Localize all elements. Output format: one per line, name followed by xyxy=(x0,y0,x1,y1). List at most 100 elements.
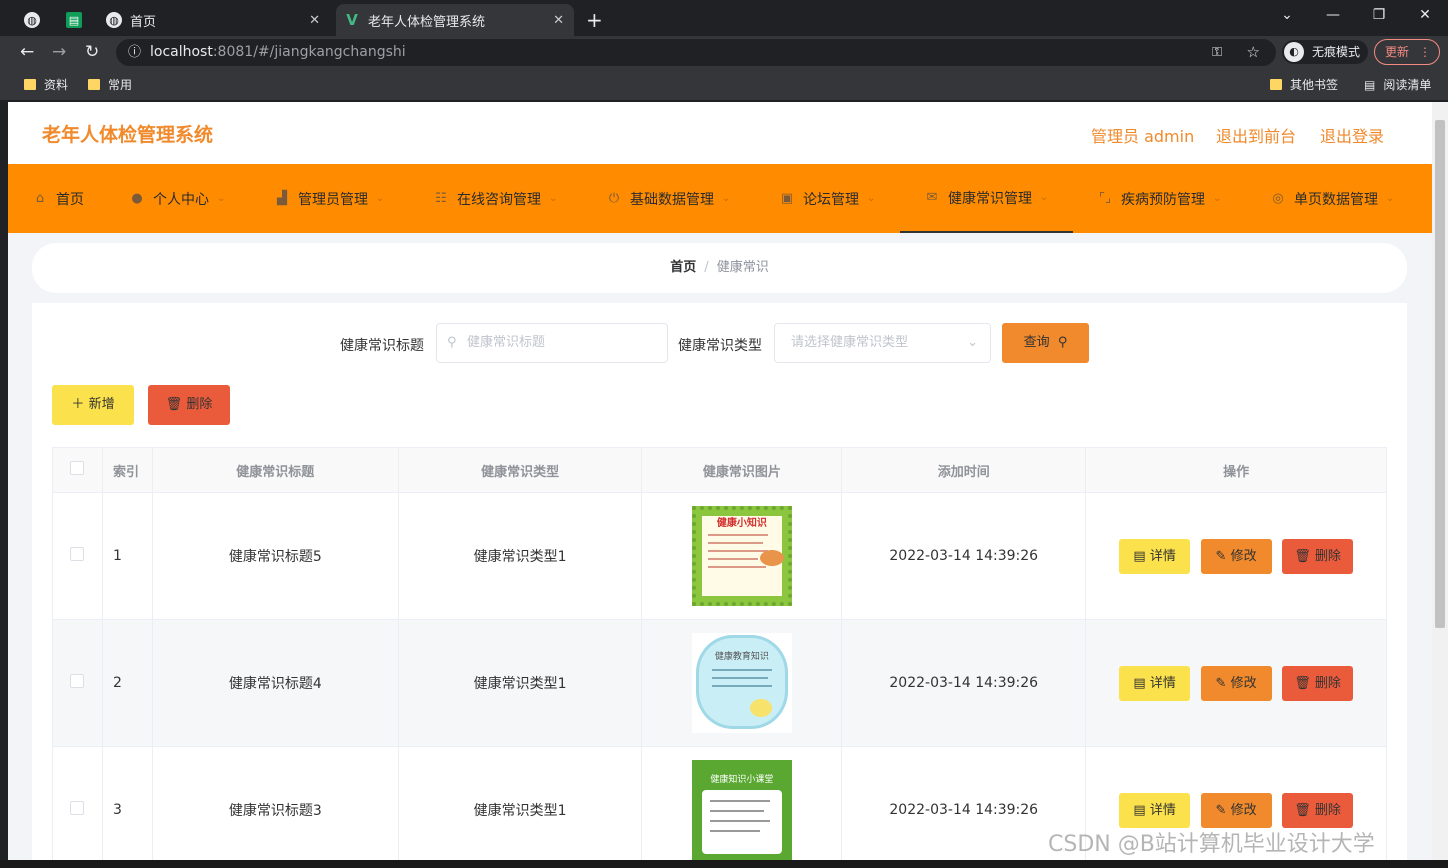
edit-button[interactable]: ✎ 修改 xyxy=(1200,665,1272,701)
browser-tab-1[interactable]: ◍ xyxy=(24,4,54,36)
column-header: 操作 xyxy=(1085,447,1387,493)
row-checkbox[interactable] xyxy=(70,801,85,815)
menu-label: 个人中心 xyxy=(153,191,209,208)
trash-icon: 🗑 xyxy=(1294,802,1315,818)
menu-item-home[interactable]: ⌂ 首页 xyxy=(32,164,84,233)
delete-button[interactable]: 🗑 删除 xyxy=(1282,792,1354,828)
minimize-icon[interactable]: — xyxy=(1310,0,1356,32)
browser-tab-3[interactable]: ◍ 首页 ✕ xyxy=(106,4,330,36)
folder-icon xyxy=(24,79,36,90)
column-header: 健康常识类型 xyxy=(397,447,643,493)
bookmark-folder[interactable]: 常用 xyxy=(88,76,132,93)
page-viewport: 老年人体检管理系统 管理员 admin 退出到前台 退出登录 ⌂ 首页 ● 个人… xyxy=(8,102,1432,860)
edit-icon: ✎ xyxy=(1215,802,1231,818)
column-header: 健康常识标题 xyxy=(151,447,399,493)
select-all-checkbox[interactable] xyxy=(70,461,85,475)
forward-icon[interactable]: → xyxy=(52,40,66,64)
health-knowledge-image[interactable]: 健康知识小课堂 xyxy=(691,760,792,860)
menu-item-single-page[interactable]: ◎ 单页数据管理 ⌄ xyxy=(1270,164,1394,233)
select-cell xyxy=(52,492,103,620)
key-icon[interactable]: ⚿ xyxy=(1212,39,1222,66)
edit-icon: ✎ xyxy=(1215,675,1231,691)
chevron-down-icon: ⌄ xyxy=(1386,193,1395,204)
menu-item-basic-data[interactable]: ⏻ 基础数据管理 ⌄ xyxy=(606,164,731,233)
edit-button[interactable]: ✎ 修改 xyxy=(1200,792,1272,828)
incognito-indicator[interactable]: ◐ 无痕模式 xyxy=(1282,40,1369,64)
reading-list[interactable]: ▤ 阅读清单 xyxy=(1364,76,1431,93)
delete-button[interactable]: 🗑 删除 xyxy=(1282,665,1354,701)
address-bar-row: ← → ↻ ⓘ localhost:8081/#/jiangkangchangs… xyxy=(0,36,1448,68)
tab-search-icon[interactable]: ⌄ xyxy=(1264,0,1310,32)
browser-tab-active[interactable]: V 老年人体检管理系统 ✕ xyxy=(336,4,574,36)
back-icon[interactable]: ← xyxy=(20,40,34,64)
admin-user-link[interactable]: 管理员 admin xyxy=(1091,123,1194,147)
add-button[interactable]: ＋ 新增 xyxy=(52,385,134,425)
other-bookmarks[interactable]: 其他书签 xyxy=(1270,76,1338,93)
sheets-icon: ▤ xyxy=(66,12,82,28)
title-search-input[interactable]: ⚲ 健康常识标题 xyxy=(436,323,668,363)
globe-icon: ◍ xyxy=(24,12,40,28)
menu-item-disease-prevention[interactable]: ⌜⌟ 疾病预防管理 ⌄ xyxy=(1097,164,1221,233)
tab-close-icon[interactable]: ✕ xyxy=(553,13,564,28)
menu-label: 单页数据管理 xyxy=(1294,191,1378,208)
reading-list-icon: ▤ xyxy=(1364,77,1376,92)
time-cell: 2022-03-14 14:39:26 xyxy=(841,492,1087,620)
detail-label: 详情 xyxy=(1149,548,1176,564)
menu-item-forum[interactable]: ▣ 论坛管理 ⌄ xyxy=(779,164,876,233)
chevron-down-icon: ⌄ xyxy=(376,193,385,204)
browser-tab-2[interactable]: ▤ xyxy=(66,4,96,36)
folder-icon xyxy=(1270,79,1282,90)
title-cell: 健康常识标题4 xyxy=(151,619,399,747)
frame-icon: ⌜⌟ xyxy=(1098,191,1112,206)
index-cell: 1 xyxy=(101,492,153,620)
exit-to-front-link[interactable]: 退出到前台 xyxy=(1216,123,1296,147)
chevron-down-icon: ⌄ xyxy=(722,193,731,204)
row-checkbox[interactable] xyxy=(70,547,85,561)
detail-button[interactable]: ▤ 详情 xyxy=(1119,792,1191,828)
image-cell: 健康知识小课堂 xyxy=(641,746,843,860)
query-button[interactable]: 查询 ⚲ xyxy=(1002,323,1089,363)
health-knowledge-image[interactable]: 健康小知识 xyxy=(691,506,792,606)
image-caption: 健康小知识 xyxy=(716,518,767,529)
select-all-cell xyxy=(52,447,103,493)
breadcrumb-separator: / xyxy=(704,260,709,275)
page-scrollbar[interactable] xyxy=(1432,102,1448,860)
bookmark-star-icon[interactable]: ☆ xyxy=(1247,39,1260,66)
bookmark-folder[interactable]: 资料 xyxy=(24,76,68,93)
breadcrumb-home[interactable]: 首页 xyxy=(670,260,696,275)
select-cell xyxy=(52,746,103,860)
detail-button[interactable]: ▤ 详情 xyxy=(1119,665,1191,701)
detail-button[interactable]: ▤ 详情 xyxy=(1119,538,1191,574)
row-checkbox[interactable] xyxy=(70,674,85,688)
edit-label: 修改 xyxy=(1230,548,1257,564)
update-button[interactable]: 更新 ⋮ xyxy=(1374,39,1440,65)
tab-close-icon[interactable]: ✕ xyxy=(309,13,320,28)
info-icon[interactable]: ⓘ xyxy=(128,39,141,66)
document-icon: ▤ xyxy=(1133,548,1150,564)
menu-item-personal-center[interactable]: ● 个人中心 ⌄ xyxy=(129,164,225,233)
delete-button[interactable]: 🗑 删除 xyxy=(1282,538,1354,574)
batch-delete-button[interactable]: 🗑 删除 xyxy=(148,385,230,425)
trash-icon: 🗑 xyxy=(1294,548,1315,564)
url-field[interactable]: ⓘ localhost:8081/#/jiangkangchangshi ⚿ ☆ xyxy=(116,39,1276,66)
watermark: CSDN @B站计算机毕业设计大学 xyxy=(1048,832,1375,857)
reload-icon[interactable]: ↻ xyxy=(85,40,99,64)
logout-link[interactable]: 退出登录 xyxy=(1320,123,1384,147)
breadcrumb: 首页 / 健康常识 xyxy=(32,243,1407,293)
breadcrumb-current: 健康常识 xyxy=(716,260,769,275)
user-icon: ● xyxy=(131,191,143,206)
close-window-icon[interactable]: ✕ xyxy=(1402,0,1448,32)
menu-item-consult[interactable]: ☷ 在线咨询管理 ⌄ xyxy=(433,164,557,233)
detail-label: 详情 xyxy=(1149,675,1176,691)
type-filter-label: 健康常识类型 xyxy=(678,338,762,354)
menu-item-health-knowledge[interactable]: ✉ 健康常识管理 ⌄ xyxy=(900,164,1073,233)
type-cell: 健康常识类型1 xyxy=(397,619,643,747)
edit-button[interactable]: ✎ 修改 xyxy=(1200,538,1272,574)
type-select[interactable]: 请选择健康常识类型 ⌄ xyxy=(774,323,991,363)
new-tab-button[interactable]: + xyxy=(586,4,606,36)
health-knowledge-image[interactable]: 健康教育知识 xyxy=(691,633,792,733)
restore-icon[interactable]: ❐ xyxy=(1356,0,1402,32)
menu-label: 疾病预防管理 xyxy=(1121,191,1205,208)
menu-item-admin[interactable]: ▟ 管理员管理 ⌄ xyxy=(274,164,384,233)
scrollbar-thumb[interactable] xyxy=(1435,120,1445,628)
